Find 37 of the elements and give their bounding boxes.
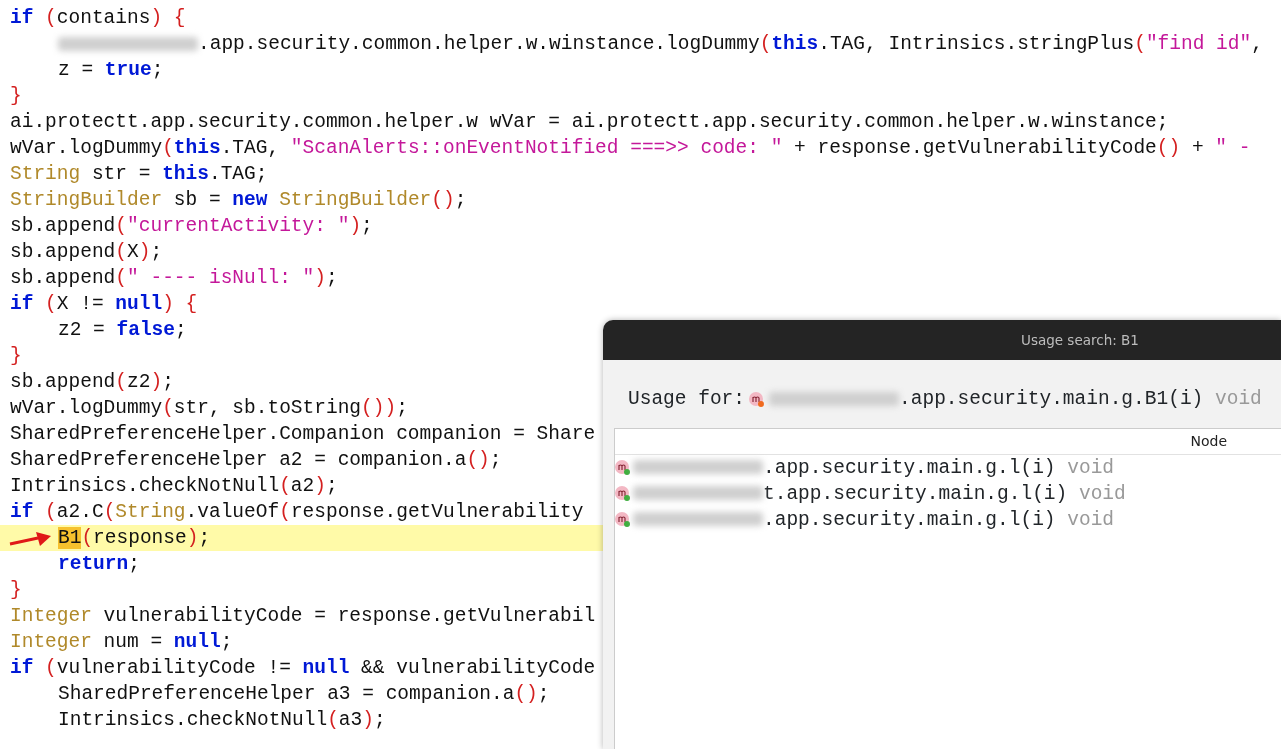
code-line: sb.append(X); <box>10 240 163 265</box>
code-line: z = true; <box>58 58 164 83</box>
method-icon <box>615 486 631 503</box>
code-line: wVar.logDummy(this.TAG, "ScanAlerts::onEventNotified ===>> code: " + response.getVulnerabilityCode() + " - <box>10 136 1251 161</box>
code-line: sb.append("currentActivity: "); <box>10 214 373 239</box>
code-line: Intrinsics.checkNotNull(a2); <box>10 474 338 499</box>
column-header[interactable]: Node <box>1190 431 1227 453</box>
method-icon <box>615 512 631 529</box>
method-icon <box>615 460 631 477</box>
usage-label: Usage for: <box>628 387 746 412</box>
usage-target: .app.security.main.g.B1(i) void <box>769 385 1262 415</box>
annotation-arrow <box>8 530 52 548</box>
code-line: .app.security.common.helper.w.winstance.logDummy(this.TAG, Intrinsics.stringPlus("find id", <box>58 31 1263 57</box>
code-line: sb.append(" ---- isNull: "); <box>10 266 338 291</box>
code-line: sb.append(z2); <box>10 370 174 395</box>
code-line: ai.protectt.app.security.common.helper.w wVar = ai.protectt.app.security.common.helper.w.winstance; <box>10 110 1169 135</box>
code-line: SharedPreferenceHelper.Companion companion = Share <box>10 422 596 447</box>
code-line: Integer vulnerabilityCode = response.getVulnerabil <box>10 604 596 629</box>
code-line: } <box>10 84 22 109</box>
code-line: return; <box>58 552 140 577</box>
code-line: wVar.logDummy(str, sb.toString()); <box>10 396 408 421</box>
code-line: } <box>10 344 22 369</box>
code-line: Integer num = null; <box>10 630 233 655</box>
code-line: String str = this.TAG; <box>10 162 268 187</box>
code-line: if (vulnerabilityCode != null && vulnerabilityCode <box>10 656 596 681</box>
code-line: Intrinsics.checkNotNull(a3); <box>58 708 386 733</box>
dialog-title: Usage search: B1 <box>1021 330 1139 350</box>
code-line: if (a2.C(String.valueOf(response.getVulnerability <box>10 500 584 525</box>
code-line: } <box>10 578 22 603</box>
code-line: z2 = false; <box>58 318 187 343</box>
code-line: if (contains) { <box>10 6 186 31</box>
code-line: B1(response); <box>58 526 211 551</box>
method-icon <box>749 391 766 408</box>
code-line: SharedPreferenceHelper a2 = companion.a(); <box>10 448 502 473</box>
code-line: StringBuilder sb = new StringBuilder(); <box>10 188 467 213</box>
code-line: SharedPreferenceHelper a3 = companion.a(); <box>58 682 550 707</box>
code-line: if (X != null) { <box>10 292 198 317</box>
